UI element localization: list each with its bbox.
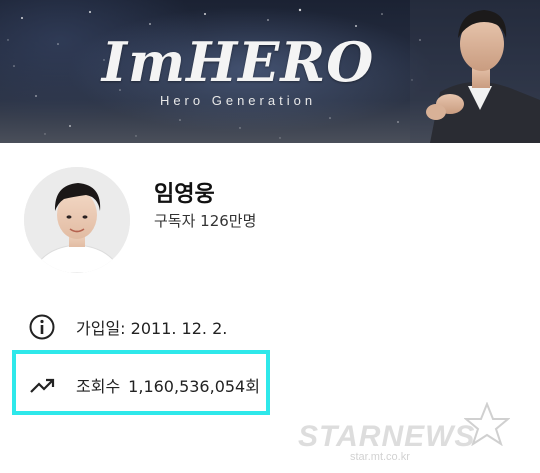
avatar-portrait: [24, 167, 130, 273]
banner-subtitle: Hero Generation: [159, 93, 317, 108]
joined-value: 2011. 12. 2.: [130, 319, 228, 338]
banner-artist-photo: [410, 0, 540, 143]
subscriber-count: 구독자 126만명: [154, 212, 257, 230]
joined-date-row: 가입일: 2011. 12. 2.: [28, 312, 227, 342]
banner-title: ImHERO: [101, 30, 375, 94]
info-circle-icon: [29, 314, 55, 340]
watermark-brand: STARNEWS: [298, 420, 476, 453]
watermark-star-icon: [464, 402, 510, 446]
joined-label: 가입일:: [76, 319, 126, 338]
channel-avatar[interactable]: [24, 167, 130, 273]
channel-banner: ImHERO Hero Generation: [0, 0, 540, 143]
view-count-highlight-box: [12, 350, 270, 415]
channel-name: 임영웅: [154, 182, 215, 207]
watermark-url: star.mt.co.kr: [350, 451, 410, 463]
